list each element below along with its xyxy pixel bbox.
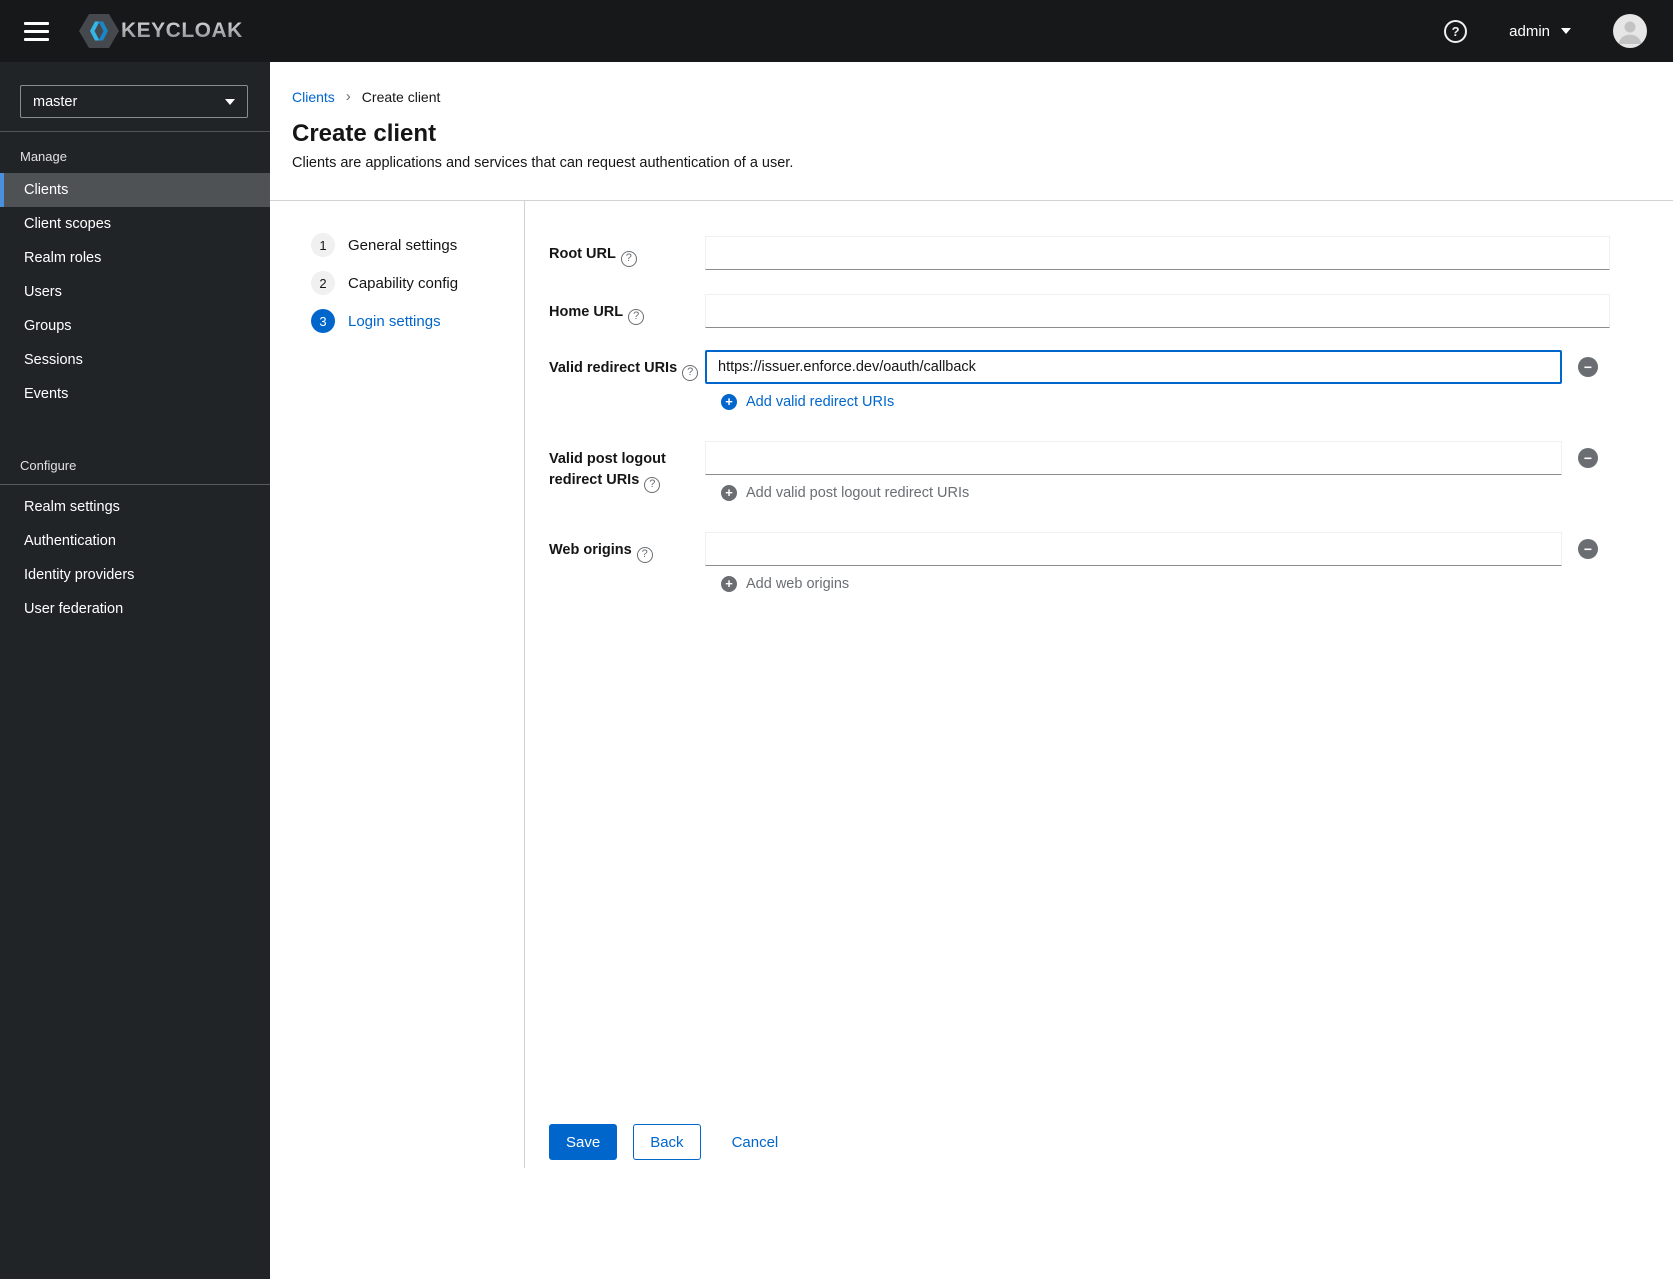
home-url-input[interactable] [705,294,1610,328]
login-settings-form: Root URL? Home URL? Valid redirect URIs … [525,201,1673,1278]
home-url-label: Home URL? [549,294,705,328]
realm-name: master [33,93,78,110]
sidebar-item-realm-roles[interactable]: Realm roles [0,241,270,275]
save-button[interactable]: Save [549,1124,618,1160]
help-icon[interactable]: ? [636,546,653,563]
keycloak-brand: KEYCLOAK [79,14,243,48]
root-url-input[interactable] [705,236,1610,270]
step-number: 2 [311,271,335,295]
post-logout-redirect-uri-input[interactable] [705,441,1562,475]
breadcrumb: Clients › Create client [292,88,1610,105]
username: admin [1509,22,1550,40]
brand-text: KEYCLOAK [121,19,243,42]
help-icon[interactable]: ? [682,364,699,381]
post-logout-redirect-uris-label: Valid post logout redirect URIs? [549,441,705,502]
sidebar-item-user-federation[interactable]: User federation [0,592,270,626]
hamburger-menu-icon[interactable] [18,14,55,49]
step-number: 1 [311,233,335,257]
cancel-button[interactable]: Cancel [732,1124,779,1160]
avatar[interactable] [1613,14,1647,48]
page-title: Create client [292,120,437,147]
breadcrumb-link-clients[interactable]: Clients [292,89,335,105]
person-icon [1618,21,1642,44]
chevron-right-icon: › [345,88,351,105]
realm-selector-wrap: master [0,62,270,132]
add-web-origins-button[interactable]: + Add web origins [721,576,849,592]
divider [0,484,270,485]
sidebar-item-sessions[interactable]: Sessions [0,343,270,377]
root-url-label: Root URL? [549,236,705,270]
user-menu[interactable]: admin [1509,23,1571,40]
form-row-web-origins: Web origins? − + Add web origins [549,532,1610,593]
valid-redirect-uri-input[interactable] [705,350,1562,384]
plus-circle-icon: + [721,576,737,592]
sidebar-item-identity-providers[interactable]: Identity providers [0,558,270,592]
form-row-home-url: Home URL? [549,294,1610,328]
plus-circle-icon: + [721,485,737,501]
form-row-root-url: Root URL? [549,236,1610,270]
back-button[interactable]: Back [633,1124,701,1160]
wizard-step-capability-config[interactable]: 2 Capability config [311,271,524,295]
breadcrumb-current: Create client [361,88,441,105]
help-icon[interactable]: ? [628,308,645,325]
wizard-nav: 1 General settings 2 Capability config 3… [270,201,525,1168]
help-icon[interactable]: ? [620,250,637,267]
nav-group-title: Manage [20,149,67,164]
help-icon[interactable]: ? [1444,19,1468,43]
web-origins-input[interactable] [705,532,1562,566]
wizard-step-login-settings[interactable]: 3 Login settings [311,309,524,333]
form-actions: Save Back Cancel [549,1124,778,1160]
sidebar-item-authentication[interactable]: Authentication [0,524,270,558]
sidebar-item-realm-settings[interactable]: Realm settings [0,490,270,524]
step-label: Capability config [348,274,459,292]
add-post-logout-redirect-uri-button[interactable]: + Add valid post logout redirect URIs [721,485,969,501]
step-label: Login settings [348,312,441,330]
sidebar-item-clients[interactable]: Clients [0,173,270,207]
sidebar-item-client-scopes[interactable]: Client scopes [0,207,270,241]
step-number: 3 [311,309,335,333]
sidebar-item-events[interactable]: Events [0,377,270,411]
form-row-post-logout-redirect-uris: Valid post logout redirect URIs? − + Add… [549,441,1610,502]
form-row-valid-redirect-uris: Valid redirect URIs? − + Add valid redir… [549,350,1610,411]
remove-web-origin-button[interactable]: − [1578,539,1598,559]
realm-selector[interactable]: master [20,85,248,118]
sidebar: master Manage Clients Client scopes Real… [0,62,270,1279]
page-header: Clients › Create client Create client Cl… [270,62,1673,201]
keycloak-logo-icon [79,14,119,48]
step-label: General settings [348,236,458,254]
wizard-step-general-settings[interactable]: 1 General settings [311,233,524,257]
page-description: Clients are applications and services th… [292,155,794,171]
web-origins-label: Web origins? [549,532,705,593]
chevron-down-icon [1561,28,1571,34]
chevron-down-icon [225,98,235,105]
add-valid-redirect-uri-button[interactable]: + Add valid redirect URIs [721,394,894,410]
masthead: KEYCLOAK ? admin [0,0,1673,62]
nav-group-manage: Manage Clients Client scopes Realm roles… [0,132,270,411]
remove-post-logout-uri-button[interactable]: − [1578,448,1598,468]
nav-group-configure: Configure Realm settings Authentication … [0,441,270,626]
remove-redirect-uri-button[interactable]: − [1578,357,1598,377]
plus-circle-icon: + [721,394,737,410]
valid-redirect-uris-label: Valid redirect URIs? [549,350,705,411]
nav-group-title: Configure [20,458,77,473]
sidebar-item-groups[interactable]: Groups [0,309,270,343]
sidebar-item-users[interactable]: Users [0,275,270,309]
help-icon[interactable]: ? [644,476,661,493]
main-content: Clients › Create client Create client Cl… [270,62,1673,1279]
